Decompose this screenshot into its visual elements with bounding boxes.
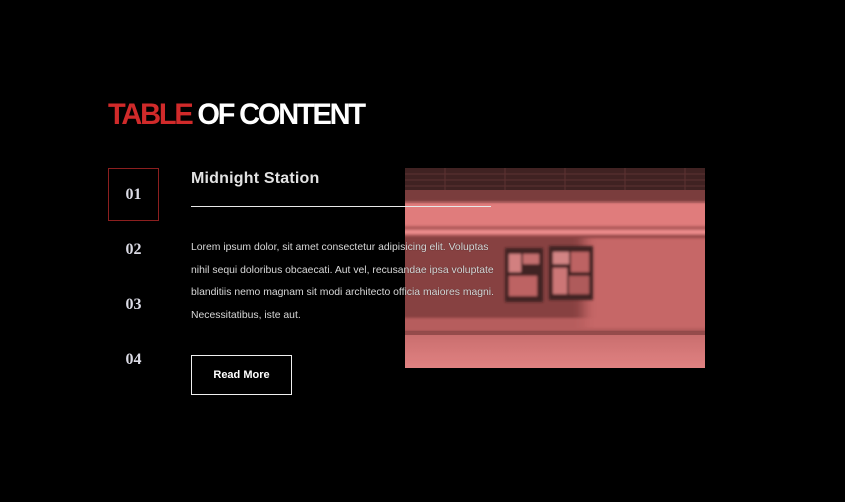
page-title-accent: TABLE (108, 98, 194, 132)
page: TABLE OF CONTENT 01 02 03 04 Midnight St… (0, 0, 845, 502)
heading-divider (191, 206, 491, 207)
page-title: TABLE OF CONTENT (108, 96, 366, 135)
chapter-nav-item-01[interactable]: 01 (108, 168, 159, 221)
article-heading: Midnight Station (191, 170, 320, 187)
chapter-nav-item-04[interactable]: 04 (108, 333, 159, 386)
chapter-nav-item-02[interactable]: 02 (108, 223, 159, 276)
chapter-nav-item-03[interactable]: 03 (108, 278, 159, 331)
read-more-button[interactable]: Read More (191, 355, 292, 395)
chapter-nav: 01 02 03 04 (108, 168, 159, 388)
article-body: Lorem ipsum dolor, sit amet consectetur … (191, 242, 495, 321)
page-title-rest: OF CONTENT (191, 98, 366, 132)
